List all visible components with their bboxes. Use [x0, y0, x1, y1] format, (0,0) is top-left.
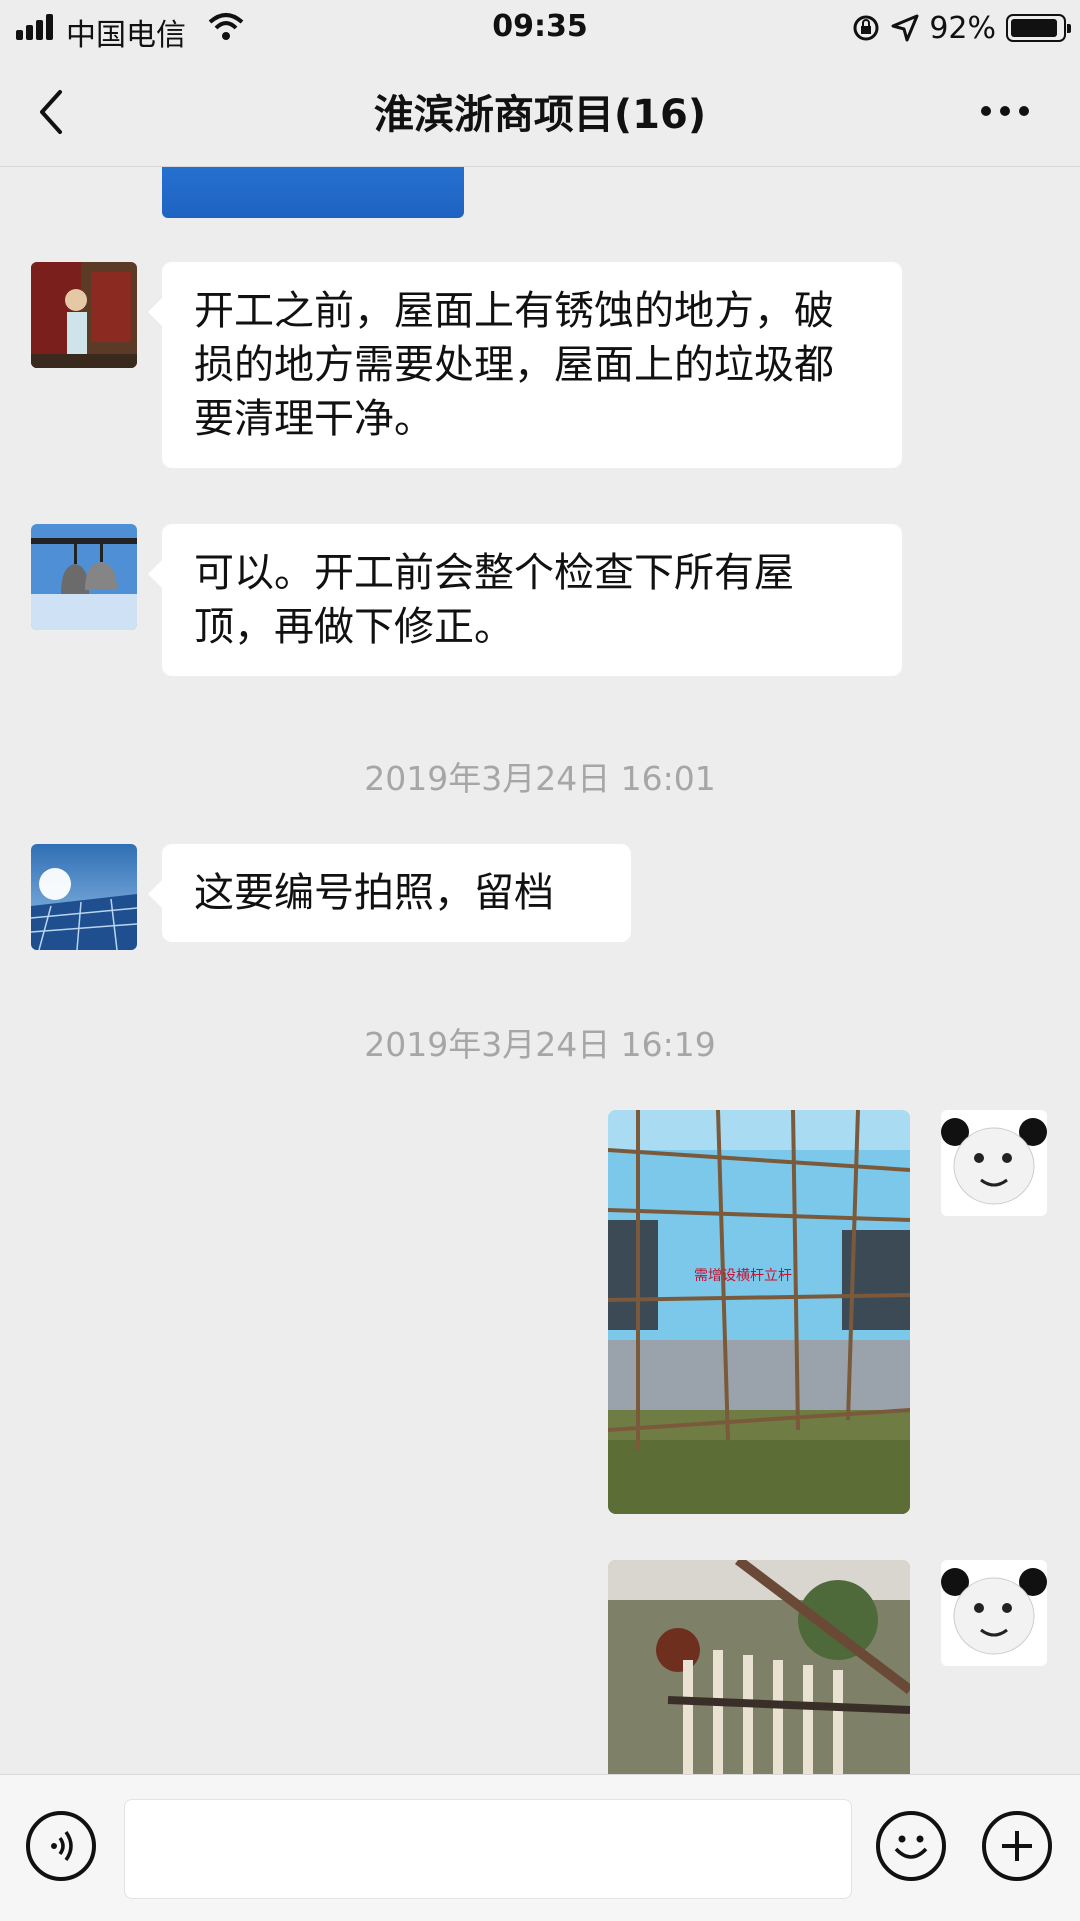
message-text: 开工之前，屋面上有锈蚀的地方，破损的地方需要处理，屋面上的垃圾都要清理干净。: [194, 288, 834, 442]
image-message[interactable]: 需增设横杆立杆: [608, 1110, 910, 1514]
input-bar: [0, 1774, 1080, 1921]
emoji-icon[interactable]: [876, 1811, 946, 1881]
avatar[interactable]: [941, 1560, 1047, 1666]
nav-bar: 淮滨浙商项目(16): [0, 56, 1080, 167]
avatar[interactable]: [31, 262, 137, 368]
chat-title: 淮滨浙商项目(16): [373, 92, 707, 138]
lock-rotation-icon: [853, 15, 879, 41]
message-bubble[interactable]: 这要编号拍照，留档: [148, 844, 631, 942]
message-text: 这要编号拍照，留档: [194, 870, 554, 916]
location-icon: [891, 14, 919, 42]
message-input[interactable]: [124, 1799, 852, 1899]
avatar[interactable]: [941, 1110, 1047, 1216]
message-bubble[interactable]: 可以。开工前会整个检查下所有屋顶，再做下修正。: [148, 524, 902, 676]
avatar[interactable]: [31, 524, 137, 630]
image-message-partial[interactable]: [162, 166, 464, 218]
image-caption: 需增设横杆立杆: [694, 1268, 792, 1284]
battery-percent: 92%: [929, 10, 996, 46]
add-icon[interactable]: [982, 1811, 1052, 1881]
voice-icon[interactable]: [26, 1811, 96, 1881]
status-bar: 中国电信 09:35 92%: [0, 0, 1080, 56]
message-bubble[interactable]: 开工之前，屋面上有锈蚀的地方，破损的地方需要处理，屋面上的垃圾都要清理干净。: [148, 262, 902, 468]
timestamp: 2019年3月24日 16:01: [364, 759, 716, 798]
chat-area[interactable]: 开工之前，屋面上有锈蚀的地方，破损的地方需要处理，屋面上的垃圾都要清理干净。 可…: [0, 166, 1080, 1774]
more-icon[interactable]: [970, 96, 1040, 126]
battery-icon: [1006, 14, 1071, 42]
avatar[interactable]: [31, 844, 137, 950]
image-message[interactable]: [608, 1560, 910, 1774]
timestamp: 2019年3月24日 16:19: [364, 1025, 716, 1064]
message-text: 可以。开工前会整个检查下所有屋顶，再做下修正。: [194, 550, 794, 650]
